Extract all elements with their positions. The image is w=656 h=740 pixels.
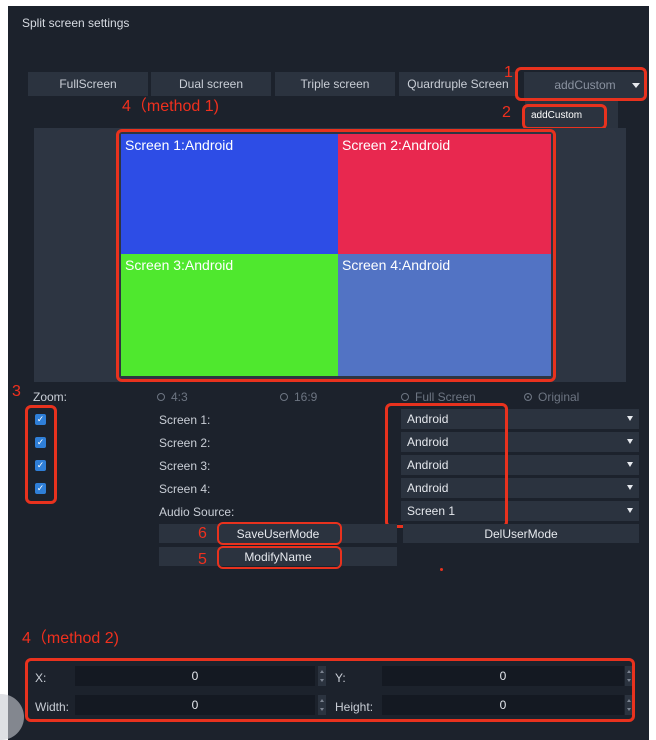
quadruple-screen-mode-button[interactable]: Quardruple Screen bbox=[399, 72, 517, 96]
annotation-box-6 bbox=[217, 522, 342, 545]
annotation-box-1 bbox=[515, 67, 647, 101]
radio-icon bbox=[157, 393, 165, 401]
zoom-option-original-label: Original bbox=[538, 390, 580, 404]
zoom-option-full-screen[interactable]: Full Screen bbox=[401, 390, 476, 404]
radio-icon bbox=[280, 393, 288, 401]
window-title: Split screen settings bbox=[22, 16, 130, 30]
radio-icon bbox=[401, 393, 409, 401]
annotation-number-5: 5 bbox=[198, 551, 207, 568]
chevron-down-icon bbox=[627, 508, 633, 513]
split-screen-settings-window: Split screen settings FullScreen Dual sc… bbox=[8, 6, 649, 740]
annotation-number-3: 3 bbox=[12, 383, 21, 400]
annotation-number-6: 6 bbox=[198, 525, 207, 542]
chevron-down-icon bbox=[627, 462, 633, 467]
annotation-box-checkboxes bbox=[25, 405, 57, 504]
annotation-box-preview bbox=[116, 129, 556, 382]
radio-selected-icon bbox=[524, 393, 532, 401]
chevron-down-icon bbox=[627, 485, 633, 490]
audio-source-label: Audio Source: bbox=[159, 505, 235, 519]
screen-1-label: Screen 1: bbox=[159, 413, 211, 427]
annotation-number-2: 2 bbox=[502, 104, 511, 121]
annotation-box-sources bbox=[385, 403, 508, 528]
zoom-option-4-3-label: 4:3 bbox=[171, 390, 188, 404]
annotation-box-5 bbox=[217, 546, 342, 569]
annotation-dot bbox=[440, 568, 443, 571]
del-user-mode-button[interactable]: DelUserMode bbox=[403, 524, 639, 543]
annotation-box-method-2 bbox=[25, 658, 635, 722]
screen-3-label: Screen 3: bbox=[159, 459, 211, 473]
annotation-box-2 bbox=[522, 104, 607, 130]
zoom-option-16-9[interactable]: 16:9 bbox=[280, 390, 317, 404]
annotation-number-1: 1 bbox=[504, 64, 513, 81]
chevron-down-icon bbox=[627, 439, 633, 444]
screen-2-label: Screen 2: bbox=[159, 436, 211, 450]
zoom-option-original[interactable]: Original bbox=[524, 390, 579, 404]
triple-screen-mode-button[interactable]: Triple screen bbox=[275, 72, 395, 96]
annotation-method-1: 4（method 1) bbox=[122, 98, 219, 115]
zoom-label: Zoom: bbox=[33, 390, 68, 404]
zoom-option-full-screen-label: Full Screen bbox=[415, 390, 476, 404]
screen-4-label: Screen 4: bbox=[159, 482, 211, 496]
zoom-option-16-9-label: 16:9 bbox=[294, 390, 318, 404]
chevron-down-icon bbox=[627, 416, 633, 421]
annotation-method-2: 4（method 2) bbox=[22, 630, 119, 647]
zoom-option-4-3[interactable]: 4:3 bbox=[157, 390, 188, 404]
